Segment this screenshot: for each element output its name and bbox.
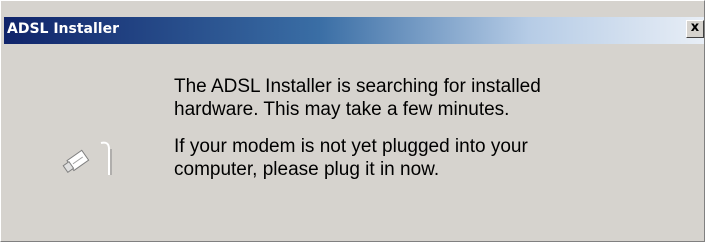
window-title: ADSL Installer xyxy=(7,21,119,37)
plug-in-instruction-text: If your modem is not yet plugged into yo… xyxy=(174,136,528,180)
close-button[interactable]: x xyxy=(686,20,704,38)
close-icon: x xyxy=(690,20,700,35)
status-message: The ADSL Installer is searching for inst… xyxy=(174,75,684,181)
usb-cable-icon xyxy=(62,141,112,175)
searching-text: The ADSL Installer is searching for inst… xyxy=(174,76,541,120)
title-bar[interactable]: ADSL Installer x xyxy=(4,17,704,44)
installer-dialog: ADSL Installer x The ADSL Installer is s… xyxy=(0,0,705,242)
